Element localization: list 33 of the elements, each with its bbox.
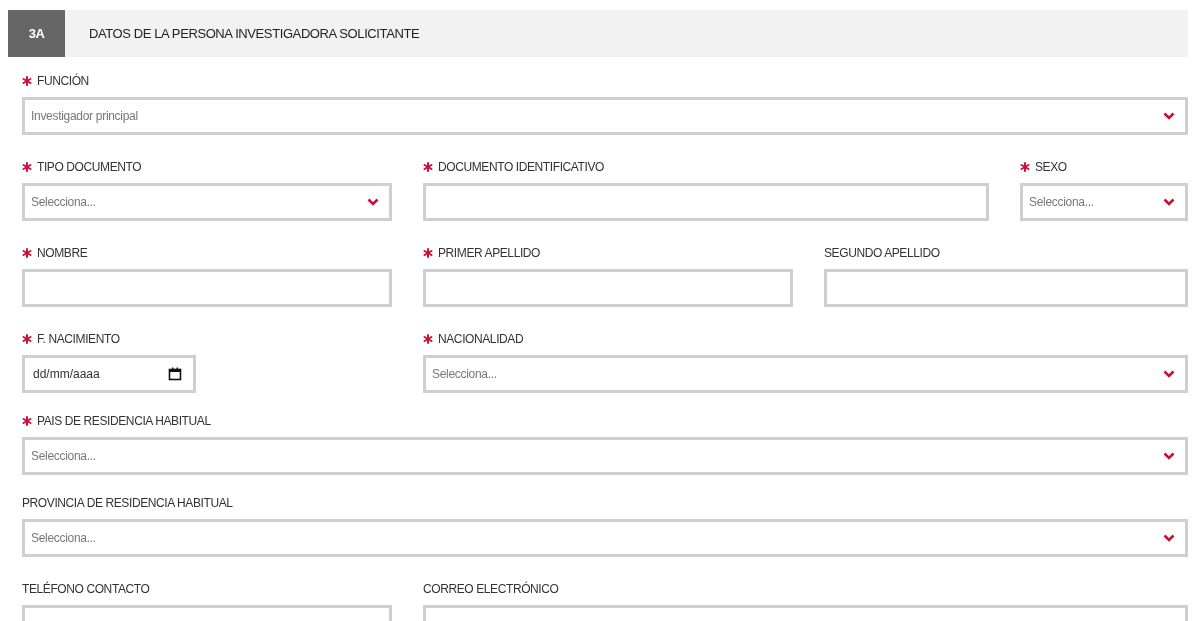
chevron-down-icon xyxy=(1163,534,1175,542)
chevron-down-icon xyxy=(367,198,379,206)
field-label: FUNCIÓN xyxy=(37,74,89,88)
field-label: SEXO xyxy=(1035,160,1067,174)
date-field[interactable]: dd/mm/aaaa xyxy=(22,355,196,393)
select-field[interactable]: Selecciona... xyxy=(22,519,1188,557)
field-label: F. NACIMIENTO xyxy=(37,332,120,346)
select-field[interactable]: Selecciona... xyxy=(22,183,392,221)
chevron-down-icon xyxy=(1163,370,1175,378)
field-label: NOMBRE xyxy=(37,246,88,260)
field-label: CORREO ELECTRÓNICO xyxy=(423,582,559,596)
chevron-down-icon xyxy=(1163,198,1175,206)
field-label: SEGUNDO APELLIDO xyxy=(824,246,940,260)
select-field[interactable]: Selecciona... xyxy=(423,355,1188,393)
chevron-down-icon xyxy=(1163,112,1175,120)
field-label: TELÉFONO CONTACTO xyxy=(22,582,150,596)
text-input-field[interactable] xyxy=(423,183,989,221)
text-input-field[interactable] xyxy=(824,269,1188,307)
field-label: TIPO DOCUMENTO xyxy=(37,160,142,174)
field-label: PRIMER APELLIDO xyxy=(438,246,541,260)
select-field[interactable]: Investigador principal xyxy=(22,97,1188,135)
section-number: 3A xyxy=(8,10,65,57)
field-label: NACIONALIDAD xyxy=(438,332,524,346)
select-field[interactable]: Selecciona... xyxy=(1020,183,1188,221)
field-label: PAIS DE RESIDENCIA HABITUAL xyxy=(37,414,211,428)
section-title: DATOS DE LA PERSONA INVESTIGADORA SOLICITANTE xyxy=(89,26,420,41)
chevron-down-icon xyxy=(1163,452,1175,460)
select-field[interactable]: Selecciona... xyxy=(22,437,1188,475)
text-input-field[interactable] xyxy=(423,269,793,307)
field-label: PROVINCIA DE RESIDENCIA HABITUAL xyxy=(22,496,233,510)
calendar-icon xyxy=(168,367,182,381)
text-input-field[interactable] xyxy=(22,269,392,307)
field-label: DOCUMENTO IDENTIFICATIVO xyxy=(438,160,604,174)
